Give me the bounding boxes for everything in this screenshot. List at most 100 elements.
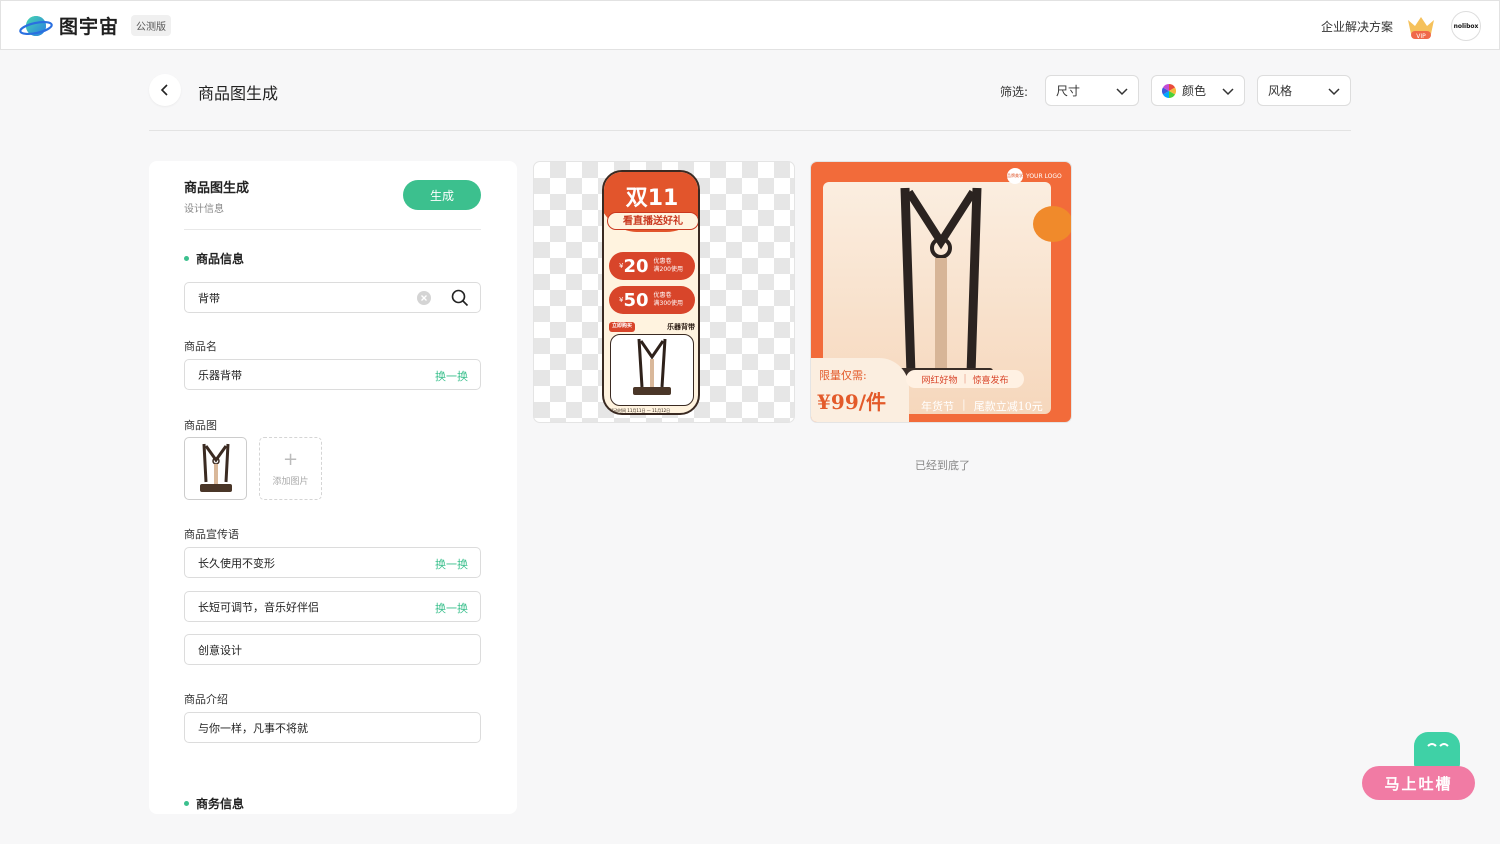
feedback-label: 马上吐槽	[1362, 766, 1475, 800]
color-wheel-icon	[1162, 83, 1176, 98]
slogan-value-3: 创意设计	[198, 643, 242, 657]
end-of-list-text: 已经到底了	[915, 459, 970, 472]
tagline-left: 网红好物	[921, 375, 958, 386]
product-name-label: 商品名	[184, 340, 217, 353]
coupon-2-condition: 满300使用	[653, 300, 683, 307]
avatar-text: nolibox	[1453, 22, 1479, 30]
coupon-2-amount: 50	[623, 289, 649, 311]
search-value: 背带	[198, 291, 220, 305]
add-image-label: 添加图片	[272, 476, 309, 487]
price: ¥99/件	[817, 390, 887, 414]
panel-title: 商品图生成	[184, 181, 250, 196]
business-info-heading-text: 商务信息	[196, 797, 245, 811]
feedback-button[interactable]: 马上吐槽	[1362, 730, 1476, 802]
result-card-1[interactable]: 双11 看直播送好礼 ¥ 20 优惠卷 满200使用 ¥ 50 优惠卷 满300使用…	[533, 161, 795, 423]
poster-ribbon: 看直播送好礼	[607, 212, 698, 230]
top-bar: 图宇宙 公测版 企业解决方案 VIP nolibox	[0, 0, 1500, 50]
header-divider	[149, 130, 1351, 131]
search-icon[interactable]	[451, 289, 469, 307]
vip-crown-icon[interactable]: VIP	[1405, 14, 1437, 40]
lantern-decoration	[1033, 206, 1071, 242]
coupon-2-text: 优惠卷 满300使用	[654, 292, 683, 308]
tagline-pill: 网红好物 | 惊喜发布	[906, 370, 1024, 388]
logo[interactable]: 图宇宙 公测版	[19, 12, 172, 39]
slogan-value-2: 长短可调节，音乐好伴侣	[198, 600, 319, 614]
panel-divider	[184, 229, 481, 230]
slogan-field-3[interactable]: 创意设计	[184, 634, 481, 665]
brand-logo-circle: 品牌美学	[1007, 168, 1023, 184]
size-filter-label: 尺寸	[1056, 84, 1081, 98]
chevron-left-icon	[160, 84, 168, 96]
brand-logo-badge: 品牌美学 YOUR LOGO	[1007, 168, 1062, 184]
coupon-2: ¥ 50 优惠卷 满300使用	[609, 286, 695, 314]
section-dot	[184, 256, 189, 261]
coupon-1-label: 优惠卷	[653, 258, 672, 265]
product-name-value: 乐器背带	[198, 368, 242, 382]
chevron-down-icon	[1222, 88, 1234, 96]
tagline-separator: |	[963, 374, 967, 384]
price-label: 限量仅需:	[819, 369, 867, 382]
tagline-right: 惊喜发布	[972, 375, 1009, 386]
back-button[interactable]	[149, 74, 181, 106]
poster-tag: 立即购买	[609, 322, 636, 332]
brand-logo-text: YOUR LOGO	[1026, 172, 1062, 180]
swap-slogan-1-button[interactable]: 换一换	[435, 556, 468, 572]
chevron-down-icon	[1328, 88, 1340, 96]
clear-icon[interactable]	[416, 290, 432, 306]
logo-name: 图宇宙	[59, 16, 120, 38]
intro-label: 商品介绍	[184, 693, 228, 706]
style-filter-label: 风格	[1268, 84, 1293, 98]
coupon-1-text: 优惠卷 满200使用	[654, 258, 683, 274]
poster-footer: 活动时间 11月11日 — 11月12日	[610, 408, 671, 413]
avatar[interactable]: nolibox	[1451, 11, 1481, 41]
swap-product-name-button[interactable]: 换一换	[435, 368, 468, 384]
promo-right: 尾款立减10元	[973, 400, 1043, 413]
suspenders-image	[889, 187, 993, 382]
svg-text:VIP: VIP	[1416, 33, 1426, 40]
page-title: 商品图生成	[198, 84, 279, 103]
product-image-label: 商品图	[184, 419, 217, 432]
swap-slogan-2-button[interactable]: 换一换	[435, 600, 468, 616]
plus-icon: +	[282, 448, 299, 470]
coupon-2-label: 优惠卷	[653, 292, 672, 299]
intro-value: 与你一样，凡事不将就	[198, 721, 308, 735]
size-filter-select[interactable]: 尺寸	[1045, 75, 1139, 106]
suspenders-image	[199, 443, 232, 492]
color-filter-select[interactable]: 颜色	[1151, 75, 1245, 106]
add-image-button[interactable]: + 添加图片	[259, 437, 322, 500]
coupon-1-condition: 满200使用	[653, 266, 683, 273]
beta-badge: 公测版	[131, 15, 172, 36]
filter-label: 筛选:	[1000, 85, 1029, 99]
generate-button[interactable]: 生成	[403, 180, 481, 210]
product-name-field[interactable]: 乐器背带 换一换	[184, 359, 481, 390]
style-filter-select[interactable]: 风格	[1257, 75, 1351, 106]
product-search-input[interactable]: 背带	[184, 282, 481, 313]
slogan-field-1[interactable]: 长久使用不变形 换一换	[184, 547, 481, 578]
enterprise-solutions-link[interactable]: 企业解决方案	[1321, 18, 1393, 35]
chevron-down-icon	[1116, 88, 1128, 96]
poster-product-photo	[610, 334, 694, 406]
promo-separator: |	[962, 398, 966, 411]
poster-product-row: 立即购买 乐器背带	[609, 322, 695, 332]
result-card-2[interactable]: 品牌美学 YOUR LOGO 限量仅需: ¥99/件 网红好物 | 惊喜发布 年…	[810, 161, 1072, 423]
poster-title: 双11	[625, 186, 679, 211]
business-info-heading: 商务信息	[184, 795, 244, 812]
mascot-icon	[1414, 732, 1460, 770]
color-filter-label: 颜色	[1182, 84, 1207, 98]
double11-poster: 双11 看直播送好礼 ¥ 20 优惠卷 满200使用 ¥ 50 优惠卷 满300使用…	[602, 170, 700, 415]
promo-left: 年货节	[921, 400, 954, 413]
coupon-1: ¥ 20 优惠卷 满200使用	[609, 252, 695, 280]
panel-subtitle: 设计信息	[184, 204, 224, 215]
slogan-label: 商品宣传语	[184, 528, 239, 541]
intro-field[interactable]: 与你一样，凡事不将就	[184, 712, 481, 743]
product-info-heading-text: 商品信息	[196, 252, 245, 266]
product-image-thumbnail[interactable]	[184, 437, 247, 500]
planet-logo-icon	[19, 13, 53, 39]
coupon-1-amount: 20	[623, 255, 649, 277]
product-info-heading: 商品信息	[184, 250, 244, 267]
section-dot	[184, 801, 189, 806]
slogan-field-2[interactable]: 长短可调节，音乐好伴侣 换一换	[184, 591, 481, 622]
promo-line: 年货节 | 尾款立减10元	[921, 398, 1043, 414]
design-panel: 商品图生成 设计信息 生成 商品信息 背带 商品名 乐器背带 换一换 商品图 +…	[149, 161, 517, 814]
poster-product-name: 乐器背带	[667, 323, 695, 331]
